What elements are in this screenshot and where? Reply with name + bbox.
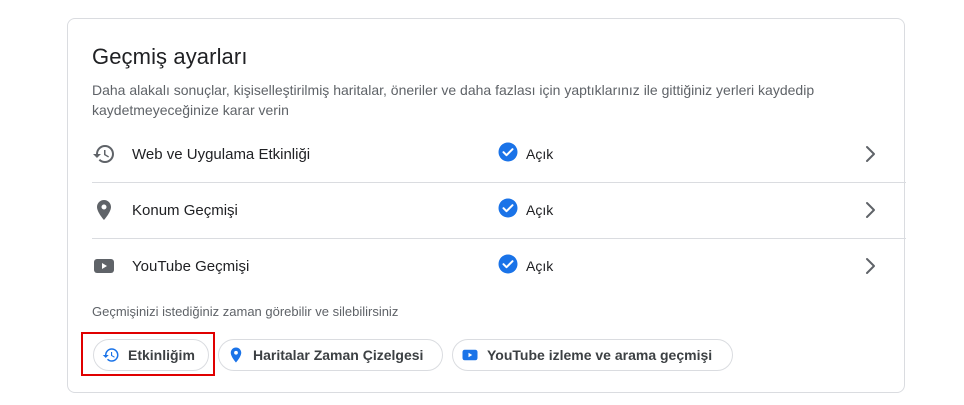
setting-status: Açık xyxy=(498,142,553,167)
history-icon xyxy=(92,142,116,166)
status-text: Açık xyxy=(526,258,554,274)
chevron-right-icon[interactable] xyxy=(858,254,882,278)
my-activity-chip[interactable]: Etkinliğim xyxy=(93,339,209,371)
chip-label: Haritalar Zaman Çizelgesi xyxy=(253,347,424,363)
history-settings-card: Geçmiş ayarları Daha alakalı sonuçlar, k… xyxy=(67,18,906,393)
setting-row-location-history[interactable]: Konum Geçmişi Açık xyxy=(92,182,906,239)
history-icon xyxy=(102,346,120,364)
card-description: Daha alakalı sonuçlar, kişiselleştirilmi… xyxy=(92,82,815,118)
setting-label: Konum Geçmişi xyxy=(132,201,238,219)
chip-label: Etkinliğim xyxy=(128,347,195,363)
status-text: Açık xyxy=(526,146,554,162)
youtube-history-chip[interactable]: YouTube izleme ve arama geçmişi xyxy=(452,339,733,371)
setting-status: Açık xyxy=(498,254,553,279)
chevron-right-icon[interactable] xyxy=(858,198,882,222)
maps-timeline-chip[interactable]: Haritalar Zaman Çizelgesi xyxy=(218,339,443,371)
setting-row-youtube-history[interactable]: YouTube Geçmişi Açık xyxy=(92,238,906,294)
check-circle-icon xyxy=(498,198,518,223)
setting-row-web-app-activity[interactable]: Web ve Uygulama Etkinliği Açık xyxy=(92,126,906,183)
map-pin-icon xyxy=(227,346,245,364)
setting-label: YouTube Geçmişi xyxy=(132,257,250,275)
card-title: Geçmiş ayarları xyxy=(92,44,248,69)
setting-label: Web ve Uygulama Etkinliği xyxy=(132,145,311,163)
location-pin-icon xyxy=(92,198,116,222)
youtube-icon xyxy=(92,254,116,278)
chip-label: YouTube izleme ve arama geçmişi xyxy=(487,347,713,363)
setting-status: Açık xyxy=(498,198,553,223)
footer-text: Geçmişinizi istediğiniz zaman görebilir … xyxy=(92,304,399,319)
status-text: Açık xyxy=(526,202,554,218)
check-circle-icon xyxy=(498,142,518,167)
youtube-icon xyxy=(461,346,479,364)
check-circle-icon xyxy=(498,254,518,279)
chevron-right-icon[interactable] xyxy=(858,142,882,166)
